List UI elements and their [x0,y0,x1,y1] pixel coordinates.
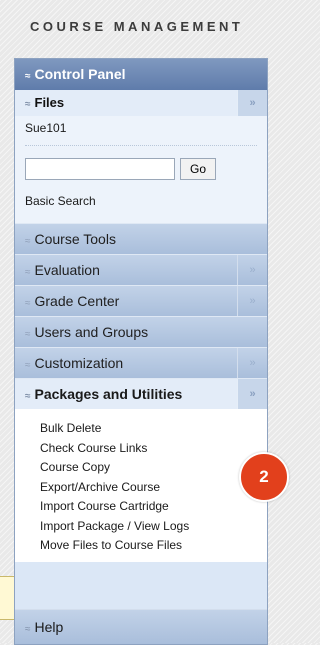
tool-move-files-to-course-files[interactable]: Move Files to Course Files [15,536,267,556]
section-label: Course Tools [34,231,116,247]
section-label: Customization [34,355,124,371]
tool-check-course-links[interactable]: Check Course Links [15,439,267,459]
tool-import-package-view-logs[interactable]: Import Package / View Logs [15,517,267,537]
step-marker-badge: 2 [239,452,289,502]
double-chevron-right-icon[interactable]: » [237,348,267,378]
double-chevron-right-icon[interactable]: » [237,90,267,116]
chevron-down-icon: ≈ [25,236,31,247]
files-item-sue101[interactable]: Sue101 [25,119,257,139]
section-label: Help [34,619,64,635]
files-section-header[interactable]: ≈ Files » [15,90,267,116]
double-chevron-right-icon[interactable]: » [237,286,267,316]
section-customization[interactable]: ≈ Customization » [15,347,267,378]
tool-import-course-cartridge[interactable]: Import Course Cartridge [15,497,267,517]
chevron-down-icon: ≈ [25,329,31,340]
packages-section-header[interactable]: ≈ Packages and Utilities » [15,378,267,409]
files-title: Files [34,95,65,110]
control-panel-title: Control Panel [34,66,126,82]
section-label: Users and Groups [34,324,149,340]
double-chevron-right-icon[interactable]: » [237,255,267,285]
control-panel: ≈ Control Panel ≈ Files » Sue101 Go Basic … [14,58,268,645]
tool-bulk-delete[interactable]: Bulk Delete [15,419,267,439]
section-grade-center[interactable]: ≈ Grade Center » [15,285,267,316]
go-button[interactable]: Go [180,157,216,180]
chevron-down-icon: ≈ [25,360,31,371]
tool-course-copy[interactable]: Course Copy [15,458,267,478]
basic-search-link[interactable]: Basic Search [25,192,257,212]
chevron-up-icon: ≈ [25,71,31,82]
chevron-up-icon: ≈ [25,99,31,110]
section-help[interactable]: ≈ Help [15,609,267,644]
section-label: Evaluation [34,262,100,278]
section-users-and-groups[interactable]: ≈ Users and Groups [15,316,267,347]
chevron-down-icon: ≈ [25,267,31,278]
section-course-tools[interactable]: ≈ Course Tools [15,223,267,254]
callout-box-edge [0,576,14,620]
control-panel-header[interactable]: ≈ Control Panel [15,59,267,90]
section-label: Grade Center [34,293,120,309]
search-input[interactable] [25,157,175,180]
chevron-down-icon: ≈ [25,298,31,309]
course-management-heading: COURSE MANAGEMENT [30,19,244,34]
files-section-body: Sue101 Go Basic Search [15,116,267,223]
packages-section-body: Bulk Delete Check Course Links Course Co… [15,409,267,562]
section-evaluation[interactable]: ≈ Evaluation » [15,254,267,285]
chevron-down-icon: ≈ [25,624,31,635]
file-search-row: Go [25,146,257,180]
double-chevron-right-icon[interactable]: » [237,379,267,409]
packages-title: Packages and Utilities [34,386,183,402]
tool-export-archive-course[interactable]: Export/Archive Course [15,478,267,498]
chevron-up-icon: ≈ [25,391,31,402]
